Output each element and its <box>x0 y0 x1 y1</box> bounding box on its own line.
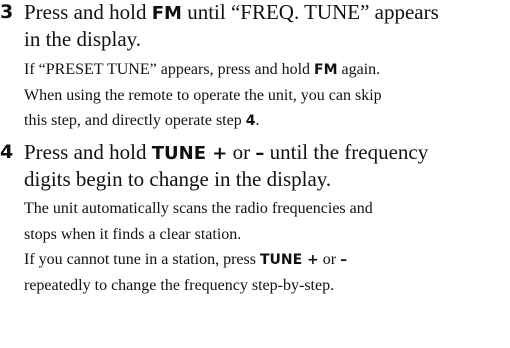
step-reference: 4 <box>245 113 256 129</box>
step-instruction-line: in the display. <box>24 27 142 51</box>
step-instruction-line: digits begin to change in the display. <box>24 167 332 191</box>
manual-page: 3 Press and hold FM until “FREQ. TUNE” a… <box>0 0 510 348</box>
step-number: 4 <box>0 141 14 163</box>
step-note-line: repeatedly to change the frequency step-… <box>24 276 335 294</box>
step-note-line: If you cannot tune in a station, press T… <box>24 251 348 268</box>
step-note-line: If “PRESET TUNE” appears, press and hold… <box>24 61 381 78</box>
button-name-minus: – <box>340 252 348 268</box>
button-name-tune-plus: TUNE + <box>259 252 319 268</box>
step-note-line: this step, and directly operate step 4. <box>24 112 260 129</box>
step-3: 3 Press and hold FM until “FREQ. TUNE” a… <box>0 0 510 144</box>
button-name-minus: – <box>255 143 265 164</box>
step-note-line: stops when it finds a clear station. <box>24 225 242 243</box>
step-note-line: The unit automatically scans the radio f… <box>24 200 373 217</box>
button-name-fm: FM <box>314 62 338 78</box>
step-note-line: When using the remote to operate the uni… <box>24 86 382 104</box>
step-instruction-line: Press and hold TUNE + or – until the fre… <box>24 140 429 164</box>
button-name-tune-plus: TUNE + <box>151 143 228 164</box>
step-number: 3 <box>0 1 14 23</box>
step-4: 4 Press and hold TUNE + or – until the f… <box>0 139 510 348</box>
button-name-fm: FM <box>151 3 182 24</box>
step-instruction-line: Press and hold FM until “FREQ. TUNE” app… <box>24 0 439 24</box>
